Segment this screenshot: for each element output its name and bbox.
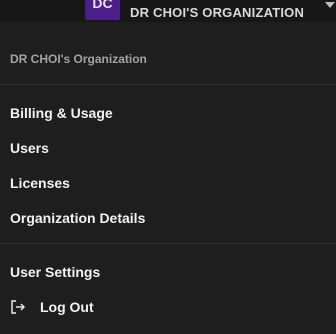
menu-item-organization-details[interactable]: Organization Details	[0, 202, 336, 234]
menu-item-label: Billing & Usage	[10, 105, 113, 121]
log-out-icon	[10, 300, 26, 314]
menu-item-user-settings[interactable]: User Settings	[0, 256, 336, 288]
menu-item-label: Organization Details	[10, 210, 146, 226]
menu-divider-bottom	[0, 243, 336, 244]
menu-item-billing-usage[interactable]: Billing & Usage	[0, 97, 336, 129]
menu-item-label: Log Out	[40, 299, 94, 315]
org-avatar: DC	[85, 0, 120, 20]
caret-down-icon[interactable]	[325, 2, 335, 8]
menu-item-label: Users	[10, 140, 49, 156]
organization-switcher[interactable]: DC DR CHOI'S ORGANIZATION	[0, 0, 336, 22]
org-name: DR CHOI'S ORGANIZATION	[130, 5, 305, 20]
menu-item-licenses[interactable]: Licenses	[0, 167, 336, 199]
menu-item-log-out[interactable]: Log Out	[0, 291, 336, 323]
menu-item-users[interactable]: Users	[0, 132, 336, 164]
menu-item-label: User Settings	[10, 264, 101, 280]
menu-divider-top	[0, 84, 336, 85]
organization-dropdown-menu: DR CHOI's Organization Billing & Usage U…	[0, 22, 336, 334]
organization-menu-page: DC DR CHOI'S ORGANIZATION DR CHOI's Orga…	[0, 0, 336, 334]
menu-item-label: Licenses	[10, 175, 70, 191]
menu-section-title: DR CHOI's Organization	[10, 52, 147, 66]
